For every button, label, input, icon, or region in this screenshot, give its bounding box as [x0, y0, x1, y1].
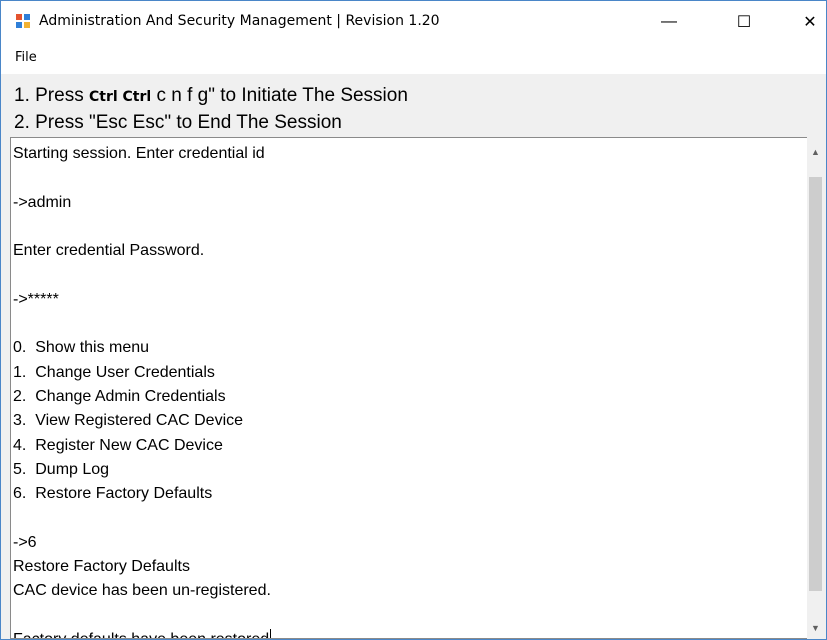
console-line: Enter credential Password.: [13, 242, 205, 260]
console-line: 4. Register New CAC Device: [13, 436, 223, 454]
scroll-down-icon[interactable]: ▼: [807, 619, 824, 636]
instruction-initiate-suffix: c n f g" to Initiate The Session: [151, 85, 408, 106]
console-line: 0. Show this menu: [13, 339, 150, 357]
text-caret: [270, 628, 272, 638]
instruction-initiate-prefix: 1. Press: [14, 85, 89, 106]
scroll-up-icon[interactable]: ▲: [807, 143, 824, 160]
console-line: 3. View Registered CAC Device: [13, 412, 244, 430]
maximize-button[interactable]: ☐: [721, 1, 767, 42]
app-window-icon: [15, 13, 31, 29]
app-window: Administration And Security Management |…: [0, 0, 827, 640]
ctrl-keys-label: Ctrl Ctrl: [88, 89, 152, 105]
console-text: Starting session. Enter credential id ->a…: [13, 142, 272, 638]
menu-file[interactable]: File: [15, 50, 37, 65]
console-line: 6. Restore Factory Defaults: [13, 485, 213, 503]
vertical-scrollbar[interactable]: ▲ ▼: [807, 137, 824, 639]
console-line: Restore Factory Defaults: [13, 558, 190, 576]
console-line: CAC device has been un-registered.: [13, 582, 271, 600]
console-line: 5. Dump Log: [13, 460, 110, 478]
title-bar[interactable]: Administration And Security Management |…: [1, 1, 826, 42]
instruction-end: 2. Press "Esc Esc" to End The Session: [14, 112, 342, 133]
minimize-icon: —: [661, 12, 677, 30]
maximize-icon: ☐: [736, 13, 752, 31]
console-line: 1. Change User Credentials: [13, 363, 215, 381]
console-line: ->*****: [13, 290, 59, 308]
console-line: Starting session. Enter credential id: [13, 145, 265, 162]
close-icon: ✕: [803, 13, 817, 31]
window-title: Administration And Security Management |…: [39, 13, 440, 29]
console-line: 2. Change Admin Credentials: [13, 387, 226, 405]
console-line: ->6: [13, 533, 37, 551]
scroll-thumb[interactable]: [809, 177, 822, 591]
close-button[interactable]: ✕: [787, 1, 826, 42]
console-line: Factory defaults have been restored: [13, 628, 272, 638]
instruction-initiate: 1. Press Ctrl Ctrl c n f g" to Initiate …: [14, 85, 408, 108]
minimize-button[interactable]: —: [646, 1, 692, 42]
console-output[interactable]: Starting session. Enter credential id ->a…: [10, 137, 816, 639]
console-line: ->admin: [13, 193, 72, 211]
menu-bar: File: [1, 42, 826, 74]
